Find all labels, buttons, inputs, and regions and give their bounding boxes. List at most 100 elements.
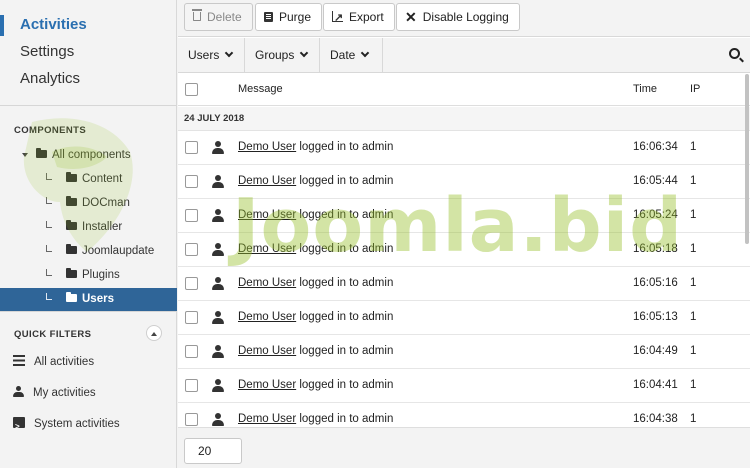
user-link[interactable]: Demo User (238, 277, 296, 289)
tree-item-content[interactable]: Content (0, 168, 177, 192)
row-action: logged in to admin (299, 345, 394, 357)
row-time: 16:04:49 (633, 345, 678, 357)
nav-item-activities[interactable]: Activities (0, 12, 176, 39)
purge-label: Purge (279, 10, 312, 24)
scrollbar[interactable] (745, 74, 749, 244)
tree-item-label: Joomlaupdate (82, 245, 155, 257)
tree-item-label: DOCman (82, 197, 130, 209)
row-checkbox[interactable] (185, 345, 198, 358)
user-icon (212, 175, 224, 188)
column-header-time[interactable]: Time (633, 74, 657, 105)
table-row[interactable]: Demo User logged in to admin 16:06:34 1 (178, 131, 750, 165)
user-icon (212, 379, 224, 392)
row-ip: 1 (690, 277, 697, 289)
table-row[interactable]: Demo User logged in to admin 16:05:13 1 (178, 301, 750, 335)
row-message: Demo User logged in to admin (238, 335, 393, 368)
purge-icon (264, 11, 273, 22)
disable-logging-button[interactable]: ✕ Disable Logging (396, 3, 520, 31)
quick-filters-title: QUICK FILTERS (14, 329, 92, 340)
tree-item-joomlaupdate[interactable]: Joomlaupdate (0, 240, 177, 264)
table-header: Message Time IP (178, 74, 750, 106)
user-icon (212, 413, 224, 426)
table-row[interactable]: Demo User logged in to admin 16:04:49 1 (178, 335, 750, 369)
select-all-checkbox[interactable] (185, 83, 198, 96)
table-row[interactable]: Demo User logged in to admin 16:05:44 1 (178, 165, 750, 199)
quick-filter-all-activities[interactable]: All activities (0, 347, 177, 377)
row-checkbox[interactable] (185, 209, 198, 222)
user-link[interactable]: Demo User (238, 413, 296, 425)
tree-item-docman[interactable]: DOCman (0, 192, 177, 216)
table-row[interactable]: Demo User logged in to admin 16:05:16 1 (178, 267, 750, 301)
row-ip: 1 (690, 379, 697, 391)
export-label: Export (349, 10, 384, 24)
filter-date-dropdown[interactable]: Date (320, 38, 383, 73)
row-action: logged in to admin (299, 413, 394, 425)
tree-item-all-components[interactable]: All components (0, 144, 177, 168)
table-row[interactable]: Demo User logged in to admin 16:05:24 1 (178, 199, 750, 233)
column-header-ip[interactable]: IP (690, 74, 700, 105)
user-link[interactable]: Demo User (238, 175, 296, 187)
row-action: logged in to admin (299, 277, 394, 289)
table-row[interactable]: Demo User logged in to admin 16:04:38 1 (178, 403, 750, 427)
folder-icon (66, 171, 77, 182)
tree-connector (46, 293, 52, 301)
row-ip: 1 (690, 311, 697, 323)
filter-users-dropdown[interactable]: Users (178, 38, 245, 73)
row-checkbox[interactable] (185, 277, 198, 290)
list-icon (13, 355, 25, 367)
tree-connector (46, 245, 52, 253)
filter-label: Date (330, 48, 356, 62)
tree-item-plugins[interactable]: Plugins (0, 264, 177, 288)
row-checkbox[interactable] (185, 413, 198, 426)
row-ip: 1 (690, 175, 697, 187)
row-checkbox[interactable] (185, 311, 198, 324)
search-icon[interactable] (729, 48, 740, 59)
collapse-chevron-up-icon[interactable] (146, 325, 162, 341)
filter-groups-dropdown[interactable]: Groups (245, 38, 320, 73)
row-checkbox[interactable] (185, 243, 198, 256)
main-nav: Activities Settings Analytics (0, 0, 176, 93)
row-message: Demo User logged in to admin (238, 199, 393, 232)
user-link[interactable]: Demo User (238, 379, 296, 391)
tree-item-label: Plugins (82, 269, 120, 281)
nav-item-settings[interactable]: Settings (0, 39, 176, 66)
column-header-message[interactable]: Message (238, 74, 283, 105)
activity-list: Demo User logged in to admin 16:06:34 1 Dem… (178, 131, 750, 427)
nav-item-analytics[interactable]: Analytics (0, 66, 176, 93)
table-row[interactable]: Demo User logged in to admin 16:04:41 1 (178, 369, 750, 403)
export-icon (332, 5, 343, 31)
row-checkbox[interactable] (185, 175, 198, 188)
row-checkbox[interactable] (185, 379, 198, 392)
user-icon (212, 311, 224, 324)
sidebar-divider (0, 105, 177, 106)
quick-filter-system-activities[interactable]: System activities (0, 409, 177, 442)
quick-filter-my-activities[interactable]: My activities (0, 378, 177, 408)
caret-down-icon[interactable] (22, 152, 28, 157)
user-link[interactable]: Demo User (238, 209, 296, 221)
sidebar-divider (0, 311, 177, 312)
table-row[interactable]: Demo User logged in to admin 16:05:18 1 (178, 233, 750, 267)
row-ip: 1 (690, 243, 697, 255)
user-link[interactable]: Demo User (238, 243, 296, 255)
purge-button[interactable]: Purge (255, 3, 323, 31)
folder-icon (66, 291, 77, 302)
terminal-icon (13, 412, 25, 442)
tree-item-installer[interactable]: Installer (0, 216, 177, 240)
row-checkbox[interactable] (185, 141, 198, 154)
page-limit-select[interactable]: 20 (184, 438, 242, 464)
user-link[interactable]: Demo User (238, 345, 296, 357)
user-link[interactable]: Demo User (238, 311, 296, 323)
row-time: 16:05:18 (633, 243, 678, 255)
row-time: 16:06:34 (633, 141, 678, 153)
user-icon (212, 243, 224, 256)
row-ip: 1 (690, 209, 697, 221)
components-tree: All components Content DOCman Installer … (0, 144, 177, 312)
export-button[interactable]: Export (323, 3, 395, 31)
delete-button[interactable]: Delete (184, 3, 253, 31)
user-link[interactable]: Demo User (238, 141, 296, 153)
tree-item-users[interactable]: Users (0, 288, 177, 312)
main-panel: Delete Purge Export ✕ Disable Logging Use… (178, 0, 750, 468)
row-ip: 1 (690, 345, 697, 357)
user-icon (13, 386, 24, 398)
row-action: logged in to admin (299, 209, 394, 221)
